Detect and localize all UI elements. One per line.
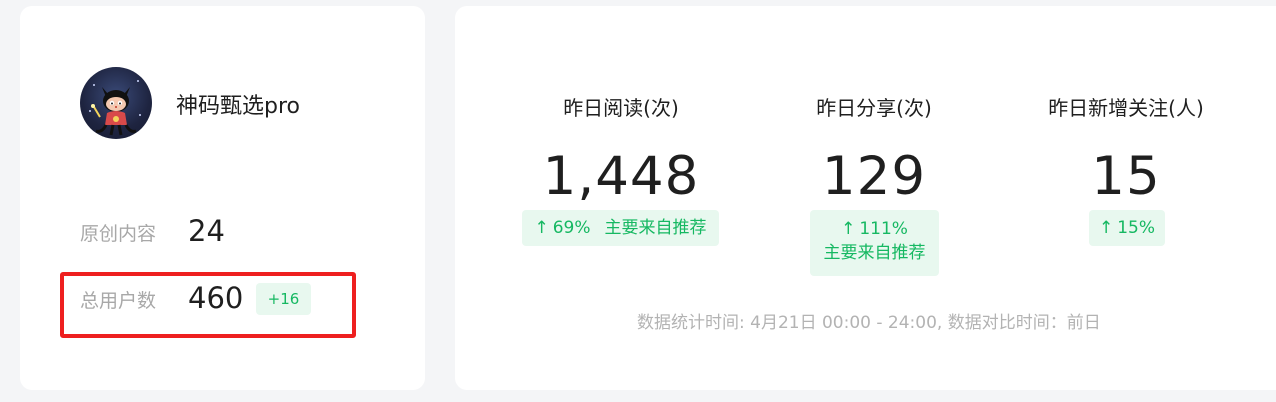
daily-metrics-card: 昨日阅读(次) 1,448 ↑ 69% 主要来自推荐 昨日分享(次) 129 ↑ 11… <box>455 6 1276 390</box>
data-time-footnote: 数据统计时间: 4月21日 00:00 - 24:00, 数据对比时间：前日 <box>637 313 1101 333</box>
metric-change-badge: ↑ 69% 主要来自推荐 <box>522 210 719 246</box>
metric-change: 69% <box>552 218 591 238</box>
metric-value: 1,448 <box>542 146 700 207</box>
highlight-box <box>60 272 356 338</box>
metric-value: 129 <box>821 146 927 207</box>
metric-title: 昨日阅读(次) <box>563 96 679 120</box>
metric-title: 昨日新增关注(人) <box>1048 96 1204 120</box>
metric-value: 15 <box>1091 146 1161 207</box>
metric-change: 15% <box>1117 218 1156 238</box>
metric-change: 111% <box>859 219 908 239</box>
metric-source: 主要来自推荐 <box>823 243 926 263</box>
original-content-value: 24 <box>188 214 225 248</box>
arrow-up-icon: ↑ <box>841 219 856 239</box>
metric-source: 主要来自推荐 <box>604 218 707 238</box>
arrow-up-icon: ↑ <box>1098 218 1114 238</box>
metric-change-badge: ↑ 15% <box>1089 210 1165 246</box>
github-octocat-avatar-icon <box>89 80 141 136</box>
avatar[interactable] <box>80 67 152 139</box>
original-content-label: 原创内容 <box>80 223 157 245</box>
metric-title: 昨日分享(次) <box>816 96 932 120</box>
account-name: 神码甄选pro <box>176 94 300 119</box>
metric-change-badge: ↑ 111% 主要来自推荐 <box>810 210 939 276</box>
account-summary-card: 神码甄选pro 原创内容 24 总用户数 460 +16 <box>20 6 425 390</box>
arrow-up-icon: ↑ <box>534 218 549 238</box>
